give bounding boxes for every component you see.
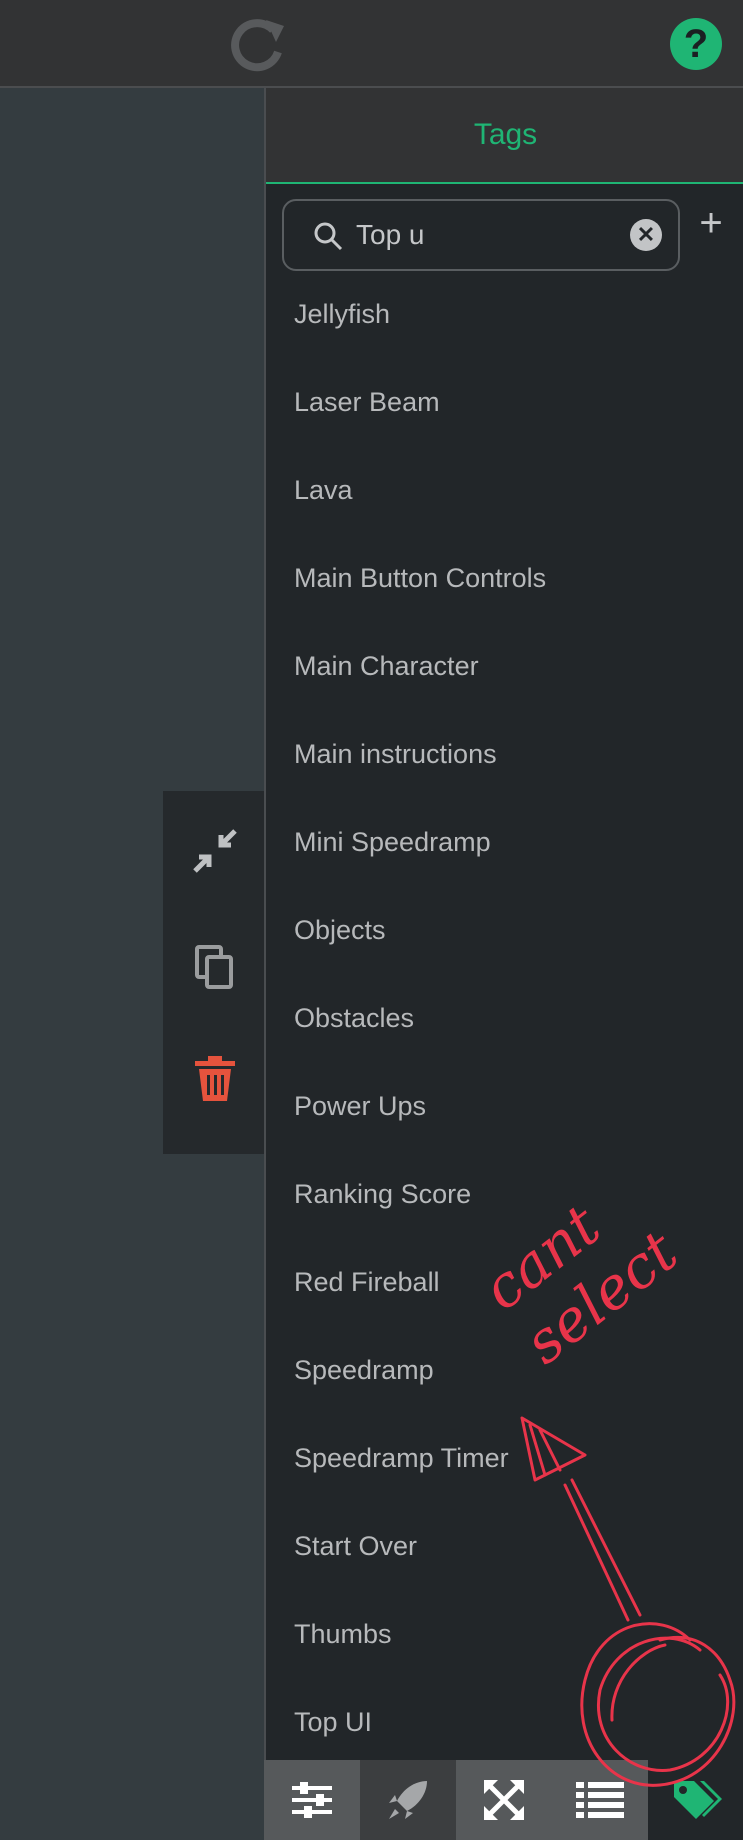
tab-tags[interactable] bbox=[648, 1760, 743, 1840]
list-item[interactable]: Start Over bbox=[266, 1502, 743, 1590]
search-icon bbox=[314, 222, 343, 251]
list-icon bbox=[576, 1782, 624, 1818]
collapse-icon[interactable] bbox=[191, 827, 239, 875]
list-item[interactable]: Jellyfish bbox=[266, 270, 743, 358]
expand-icon bbox=[484, 1780, 524, 1820]
list-item[interactable]: Speedramp Timer bbox=[266, 1414, 743, 1502]
list-item[interactable]: Thumbs bbox=[266, 1590, 743, 1678]
tag-icon bbox=[674, 1781, 722, 1819]
list-item[interactable]: Speedramp bbox=[266, 1326, 743, 1414]
tab-properties[interactable] bbox=[264, 1760, 360, 1840]
panel-title: Tags bbox=[266, 88, 743, 184]
sliders-icon bbox=[292, 1782, 332, 1818]
tag-list: Jellyfish Laser Beam Lava Main Button Co… bbox=[266, 270, 743, 1766]
list-item[interactable]: Mini Speedramp bbox=[266, 798, 743, 886]
list-item[interactable]: Main instructions bbox=[266, 710, 743, 798]
list-item[interactable]: Laser Beam bbox=[266, 358, 743, 446]
tags-panel: Tags ✕ + Jellyfish Laser Beam Lava Main … bbox=[264, 88, 743, 1840]
list-item[interactable]: Lava bbox=[266, 446, 743, 534]
help-icon[interactable]: ? bbox=[670, 18, 722, 70]
list-item[interactable]: Top UI bbox=[266, 1678, 743, 1766]
trash-icon[interactable] bbox=[191, 1055, 239, 1103]
plus-icon[interactable]: + bbox=[688, 200, 734, 246]
refresh-icon[interactable] bbox=[228, 16, 286, 74]
list-item[interactable]: Objects bbox=[266, 886, 743, 974]
rocket-icon bbox=[389, 1781, 427, 1819]
clear-icon[interactable]: ✕ bbox=[630, 219, 662, 251]
copy-icon[interactable] bbox=[191, 943, 239, 991]
list-item[interactable]: Main Character bbox=[266, 622, 743, 710]
tab-rocket[interactable] bbox=[360, 1760, 456, 1840]
bottom-tab-bar bbox=[264, 1760, 743, 1840]
list-item[interactable]: Main Button Controls bbox=[266, 534, 743, 622]
top-bar: ? bbox=[0, 0, 743, 88]
search-input[interactable] bbox=[354, 213, 628, 257]
tab-list[interactable] bbox=[552, 1760, 648, 1840]
list-item[interactable]: Obstacles bbox=[266, 974, 743, 1062]
side-toolbar bbox=[163, 791, 264, 1154]
tab-layout[interactable] bbox=[456, 1760, 552, 1840]
search-field[interactable]: ✕ bbox=[282, 199, 680, 271]
